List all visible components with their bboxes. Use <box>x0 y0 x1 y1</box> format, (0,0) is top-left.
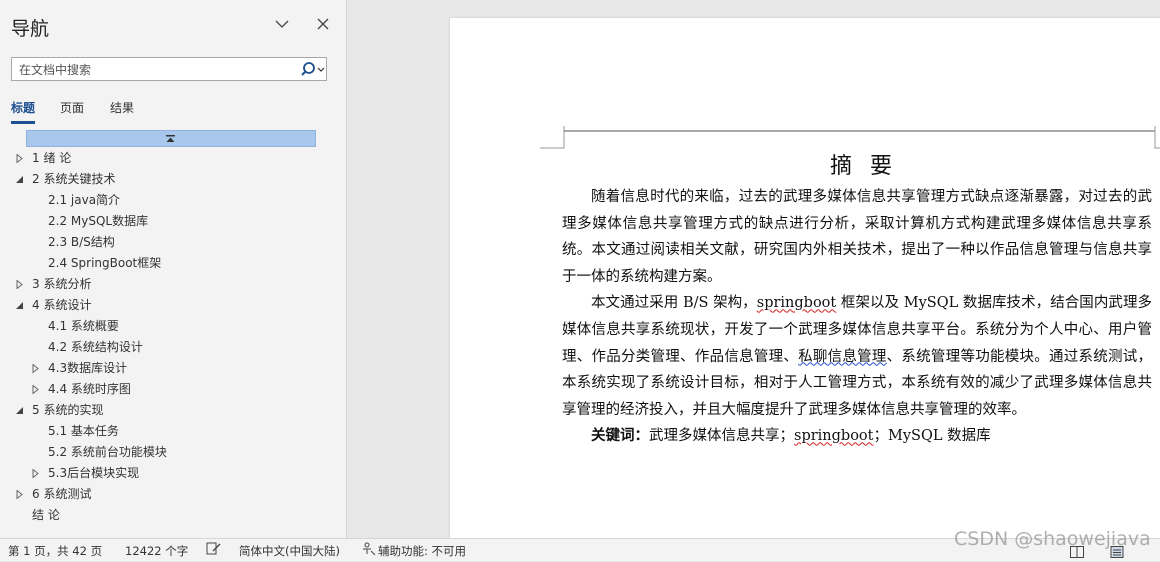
grammar-squiggle[interactable]: 私聊信息管理 <box>798 349 887 365</box>
nav-heading-item[interactable]: 3 系统分析 <box>0 274 346 295</box>
nav-heading-item[interactable]: 2.1 java简介 <box>0 190 346 211</box>
close-icon[interactable] <box>313 14 333 34</box>
nav-heading-label: 1 绪 论 <box>32 151 72 165</box>
nav-heading-item[interactable]: 4 系统设计 <box>0 295 346 316</box>
abstract-section: 摘要 随着信息时代的来临，过去的武理多媒体信息共享管理方式缺点逐渐暴露，对过去的… <box>562 142 1152 450</box>
tab-headings[interactable]: 标题 <box>11 99 36 124</box>
navigation-pane: 导航 标题 页面 结果 1 绪 论 2 系统关键技术 2.1 java简介 2.2 M… <box>0 0 347 538</box>
keywords-line: 关键词：武理多媒体信息共享；springboot；MySQL 数据库 <box>562 423 1152 450</box>
document-page[interactable]: 摘要 随着信息时代的来临，过去的武理多媒体信息共享管理方式缺点逐渐暴露，对过去的… <box>450 18 1160 548</box>
document-area: 摘要 随着信息时代的来临，过去的武理多媒体信息共享管理方式缺点逐渐暴露，对过去的… <box>347 0 1160 548</box>
keywords-text-a: 武理多媒体信息共享； <box>649 428 794 445</box>
keywords-label: 关键词： <box>591 427 649 445</box>
proofing-icon[interactable] <box>206 542 222 559</box>
nav-heading-label: 2.2 MySQL数据库 <box>48 214 149 228</box>
nav-heading-label: 5.1 基本任务 <box>48 424 119 438</box>
collapsed-triangle-icon[interactable] <box>31 385 40 394</box>
expanded-triangle-icon[interactable] <box>15 301 24 310</box>
nav-heading-label: 4.3数据库设计 <box>48 361 128 375</box>
nav-heading-item[interactable]: 6 系统测试 <box>0 484 346 505</box>
search-input[interactable] <box>17 60 291 80</box>
nav-heading-item[interactable]: 2.3 B/S结构 <box>0 232 346 253</box>
collapse-all-bar[interactable] <box>26 130 316 147</box>
nav-heading-label: 2.3 B/S结构 <box>48 235 115 249</box>
spelling-squiggle[interactable]: springboot <box>794 428 873 444</box>
collapsed-triangle-icon[interactable] <box>31 364 40 373</box>
nav-heading-item[interactable]: 4.1 系统概要 <box>0 316 346 337</box>
page-count[interactable]: 第 1 页，共 42 页 <box>8 543 102 559</box>
nav-heading-item[interactable]: 2.2 MySQL数据库 <box>0 211 346 232</box>
nav-heading-item[interactable]: 4.4 系统时序图 <box>0 379 346 400</box>
search-icon[interactable] <box>300 61 326 79</box>
collapse-up-icon <box>166 135 175 142</box>
watermark-text: CSDN @shaowejiava <box>954 528 1151 550</box>
accessibility-status[interactable]: 辅助功能: 不可用 <box>378 543 466 559</box>
word-count[interactable]: 12422 个字 <box>125 543 188 559</box>
nav-heading-label: 3 系统分析 <box>32 277 92 291</box>
nav-heading-item[interactable]: 5.1 基本任务 <box>0 421 346 442</box>
nav-heading-item[interactable]: 2 系统关键技术 <box>0 169 346 190</box>
collapsed-triangle-icon[interactable] <box>15 280 24 289</box>
nav-heading-label: 2.1 java简介 <box>48 193 121 207</box>
tab-results[interactable]: 结果 <box>110 99 134 116</box>
nav-heading-label: 2 系统关键技术 <box>32 172 116 186</box>
collapsed-triangle-icon[interactable] <box>15 154 24 163</box>
nav-heading-item[interactable]: 结 论 <box>0 505 346 526</box>
tab-pages[interactable]: 页面 <box>60 99 84 116</box>
nav-title: 导航 <box>11 18 50 40</box>
expanded-triangle-icon[interactable] <box>15 406 24 415</box>
nav-heading-label: 5.3后台模块实现 <box>48 466 140 480</box>
abstract-title: 摘要 <box>829 154 910 179</box>
nav-heading-label: 5.2 系统前台功能模块 <box>48 445 167 459</box>
expanded-triangle-icon[interactable] <box>15 175 24 184</box>
spelling-squiggle[interactable]: springboot <box>757 295 836 311</box>
keywords-text-b: ；MySQL 数据库 <box>873 428 991 445</box>
nav-heading-label: 4 系统设计 <box>32 298 92 312</box>
para2-text-a: 本文通过采用 B/S 架构， <box>591 295 757 312</box>
nav-heading-label: 6 系统测试 <box>32 487 92 501</box>
nav-heading-item[interactable]: 2.4 SpringBoot框架 <box>0 253 346 274</box>
abstract-paragraph-2: 本文通过采用 B/S 架构，springboot 框架以及 MySQL 数据库技… <box>562 290 1152 423</box>
language-indicator[interactable]: 简体中文(中国大陆) <box>239 543 340 559</box>
nav-heading-item[interactable]: 5.3后台模块实现 <box>0 463 346 484</box>
abstract-paragraph-1: 随着信息时代的来临，过去的武理多媒体信息共享管理方式缺点逐渐暴露，对过去的武理多… <box>562 189 1152 285</box>
nav-heading-label: 2.4 SpringBoot框架 <box>48 256 162 270</box>
search-box[interactable] <box>11 57 327 81</box>
collapsed-triangle-icon[interactable] <box>15 490 24 499</box>
nav-heading-label: 结 论 <box>32 508 60 522</box>
nav-heading-item[interactable]: 5.2 系统前台功能模块 <box>0 442 346 463</box>
nav-heading-label: 4.4 系统时序图 <box>48 382 131 396</box>
nav-heading-label: 4.1 系统概要 <box>48 319 119 333</box>
collapsed-triangle-icon[interactable] <box>31 469 40 478</box>
nav-heading-label: 4.2 系统结构设计 <box>48 340 143 354</box>
nav-heading-item[interactable]: 4.3数据库设计 <box>0 358 346 379</box>
nav-heading-label: 5 系统的实现 <box>32 403 104 417</box>
nav-heading-item[interactable]: 5 系统的实现 <box>0 400 346 421</box>
accessibility-icon <box>361 542 377 559</box>
nav-heading-item[interactable]: 4.2 系统结构设计 <box>0 337 346 358</box>
nav-heading-item[interactable]: 1 绪 论 <box>0 148 346 169</box>
chevron-down-icon[interactable] <box>272 14 292 34</box>
